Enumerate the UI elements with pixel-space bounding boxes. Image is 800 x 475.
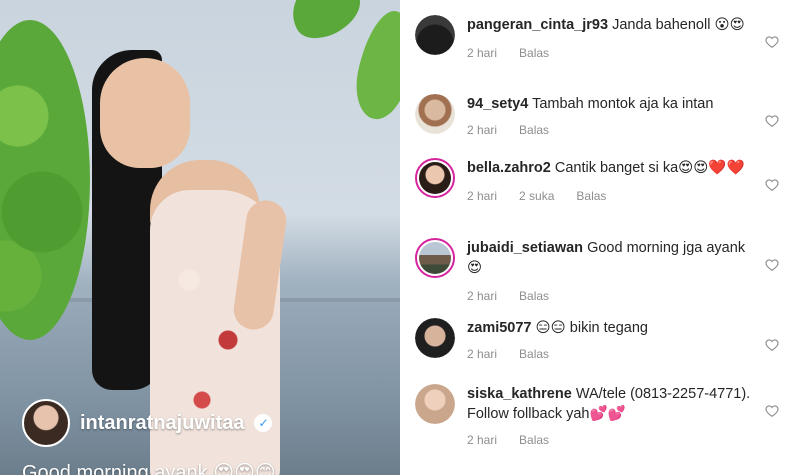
comments-panel: pangeran_cinta_jr93 Janda bahenoll 😮😍 2 … <box>400 0 800 475</box>
post-author[interactable]: intanratnajuwitaa ✓ <box>22 399 273 447</box>
heart-outline-icon[interactable] <box>765 258 779 272</box>
reply-button[interactable]: Balas <box>576 186 606 206</box>
comment-time[interactable]: 2 hari <box>467 43 497 63</box>
commenter-username[interactable]: pangeran_cinta_jr93 <box>467 17 608 33</box>
author-avatar[interactable] <box>22 399 70 447</box>
comment-text: 😑😑 bikin tegang <box>535 320 648 336</box>
reply-button[interactable]: Balas <box>519 120 549 140</box>
foliage-left <box>0 20 90 340</box>
commenter-username[interactable]: 94_sety4 <box>467 96 528 112</box>
comment-text: Tambah montok aja ka intan <box>532 96 714 112</box>
commenter-username[interactable]: bella.zahro2 <box>467 160 551 176</box>
heart-outline-icon[interactable] <box>765 35 779 49</box>
heart-outline-icon[interactable] <box>765 404 779 418</box>
commenter-avatar[interactable] <box>415 384 455 424</box>
heart-outline-icon[interactable] <box>765 338 779 352</box>
comment-text: Cantik banget si ka😍😍❤️❤️ <box>554 160 745 176</box>
commenter-avatar[interactable] <box>415 15 455 55</box>
comment-likes[interactable]: 2 suka <box>519 186 554 206</box>
leaf-right-edge <box>349 6 400 124</box>
comment-time[interactable]: 2 hari <box>467 286 497 306</box>
comment-text: Janda bahenoll 😮😍 <box>612 17 745 33</box>
commenter-username[interactable]: jubaidi_setiawan <box>467 240 583 256</box>
verified-badge-icon: ✓ <box>254 414 273 432</box>
reply-button[interactable]: Balas <box>519 344 549 364</box>
comment-time[interactable]: 2 hari <box>467 344 497 364</box>
comment-time[interactable]: 2 hari <box>467 120 497 140</box>
comment-time[interactable]: 2 hari <box>467 186 497 206</box>
commenter-avatar-story[interactable] <box>415 238 455 278</box>
subject-head <box>100 58 190 168</box>
commenter-avatar[interactable] <box>415 94 455 134</box>
reply-button[interactable]: Balas <box>519 286 549 306</box>
comment-time[interactable]: 2 hari <box>467 430 497 450</box>
reply-button[interactable]: Balas <box>519 430 549 450</box>
post-caption: Good morning ayank 😍😍😊 <box>22 462 276 475</box>
author-username[interactable]: intanratnajuwitaa <box>80 412 244 435</box>
heart-outline-icon[interactable] <box>765 178 779 192</box>
commenter-username[interactable]: zami5077 <box>467 320 532 336</box>
commenter-avatar[interactable] <box>415 318 455 358</box>
post-media[interactable]: intanratnajuwitaa ✓ Good morning ayank 😍… <box>0 0 400 475</box>
heart-outline-icon[interactable] <box>765 114 779 128</box>
reply-button[interactable]: Balas <box>519 43 549 63</box>
leaf-top-right <box>280 0 370 49</box>
commenter-avatar-story[interactable] <box>415 158 455 198</box>
commenter-username[interactable]: siska_kathrene <box>467 386 572 402</box>
